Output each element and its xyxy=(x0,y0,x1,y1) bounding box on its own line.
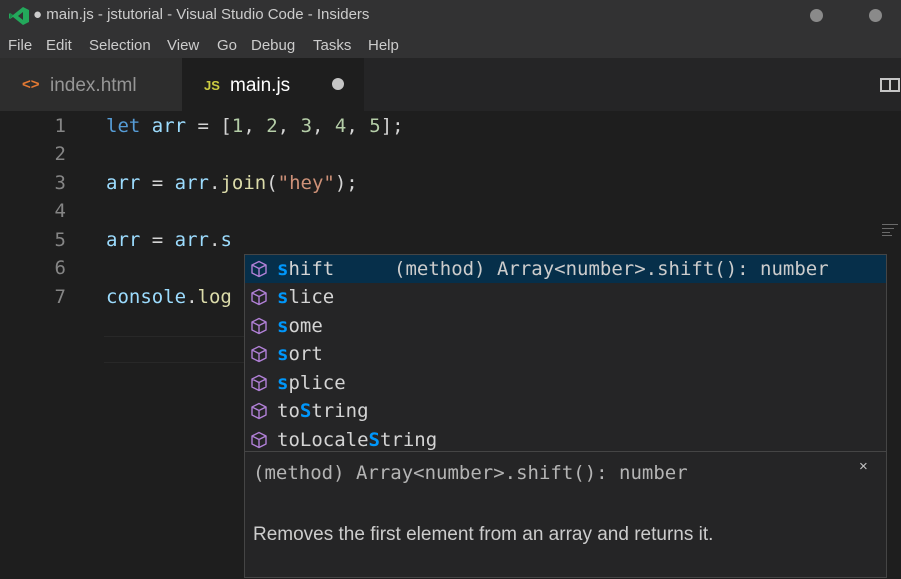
method-cube-icon xyxy=(251,288,267,306)
menu-help[interactable]: Help xyxy=(368,37,399,54)
code-line-5: arr = arr.s xyxy=(106,229,232,251)
suggestion-item-shift[interactable]: shift (method) Array<number>.shift(): nu… xyxy=(245,255,886,283)
suggestion-details-panel: (method) Array<number>.shift(): number ×… xyxy=(244,452,887,578)
method-cube-icon xyxy=(251,431,267,449)
suggestion-detail: (method) Array<number>.shift(): number xyxy=(394,258,829,280)
suggestion-item-tolocalestring[interactable]: toLocaleString xyxy=(245,426,886,454)
method-cube-icon xyxy=(251,402,267,420)
window-close-button[interactable] xyxy=(869,9,882,22)
tab-main-js[interactable]: JS main.js xyxy=(182,58,364,111)
line-number: 5 xyxy=(54,229,66,251)
details-signature: (method) Array<number>.shift(): number xyxy=(253,462,688,484)
suggestion-label: slice xyxy=(277,286,335,308)
method-cube-icon xyxy=(251,374,267,392)
suggestion-label: shift xyxy=(277,258,335,280)
line-number: 4 xyxy=(54,200,66,222)
suggestion-label: sort xyxy=(277,343,323,365)
suggestion-item-some[interactable]: some xyxy=(245,312,886,340)
window-title: ● main.js - jstutorial - Visual Studio C… xyxy=(33,6,370,23)
method-cube-icon xyxy=(251,260,267,278)
line-number: 2 xyxy=(54,143,66,165)
method-cube-icon xyxy=(251,317,267,335)
suggestion-label: some xyxy=(277,315,323,337)
suggestion-label: splice xyxy=(277,372,346,394)
html-file-icon: <> xyxy=(22,76,40,93)
suggestion-label: toLocaleString xyxy=(277,429,438,451)
window-minimize-button[interactable] xyxy=(810,9,823,22)
close-icon[interactable]: × xyxy=(859,458,868,475)
line-number: 7 xyxy=(54,286,66,308)
menu-tasks[interactable]: Tasks xyxy=(313,37,351,54)
menu-go[interactable]: Go xyxy=(217,37,237,54)
code-line-3: arr = arr.join("hey"); xyxy=(106,172,358,194)
suggestion-label: toString xyxy=(277,400,369,422)
split-editor-icon[interactable] xyxy=(880,78,900,92)
unsaved-dot-icon[interactable] xyxy=(332,78,344,90)
tab-label: index.html xyxy=(50,75,137,96)
js-file-icon: JS xyxy=(204,78,220,93)
suggestion-item-tostring[interactable]: toString xyxy=(245,397,886,425)
suggestion-widget: shift (method) Array<number>.shift(): nu… xyxy=(244,254,887,452)
line-number: 3 xyxy=(54,172,66,194)
method-cube-icon xyxy=(251,345,267,363)
menu-debug[interactable]: Debug xyxy=(251,37,295,54)
suggestion-item-slice[interactable]: slice xyxy=(245,283,886,311)
suggestion-item-sort[interactable]: sort xyxy=(245,340,886,368)
menu-selection[interactable]: Selection xyxy=(89,37,151,54)
tab-label: main.js xyxy=(230,75,291,96)
title-bar: ● main.js - jstutorial - Visual Studio C… xyxy=(0,0,901,32)
suggestion-item-splice[interactable]: splice xyxy=(245,369,886,397)
menu-view[interactable]: View xyxy=(167,37,199,54)
vscode-insiders-logo-icon xyxy=(9,7,29,25)
menu-bar: File Edit Selection View Go Debug Tasks … xyxy=(0,32,901,58)
line-number: 1 xyxy=(54,115,66,137)
code-line-1: let arr = [1, 2, 3, 4, 5]; xyxy=(106,115,404,137)
code-line-7: console.log xyxy=(106,286,232,308)
details-documentation: Removes the first element from an array … xyxy=(253,524,714,545)
line-number: 6 xyxy=(54,257,66,279)
minimap[interactable] xyxy=(880,223,901,237)
tab-index-html[interactable]: <> index.html xyxy=(0,58,182,111)
menu-file[interactable]: File xyxy=(8,37,32,54)
editor-tab-bar: <> index.html JS main.js xyxy=(0,58,901,111)
menu-edit[interactable]: Edit xyxy=(46,37,72,54)
